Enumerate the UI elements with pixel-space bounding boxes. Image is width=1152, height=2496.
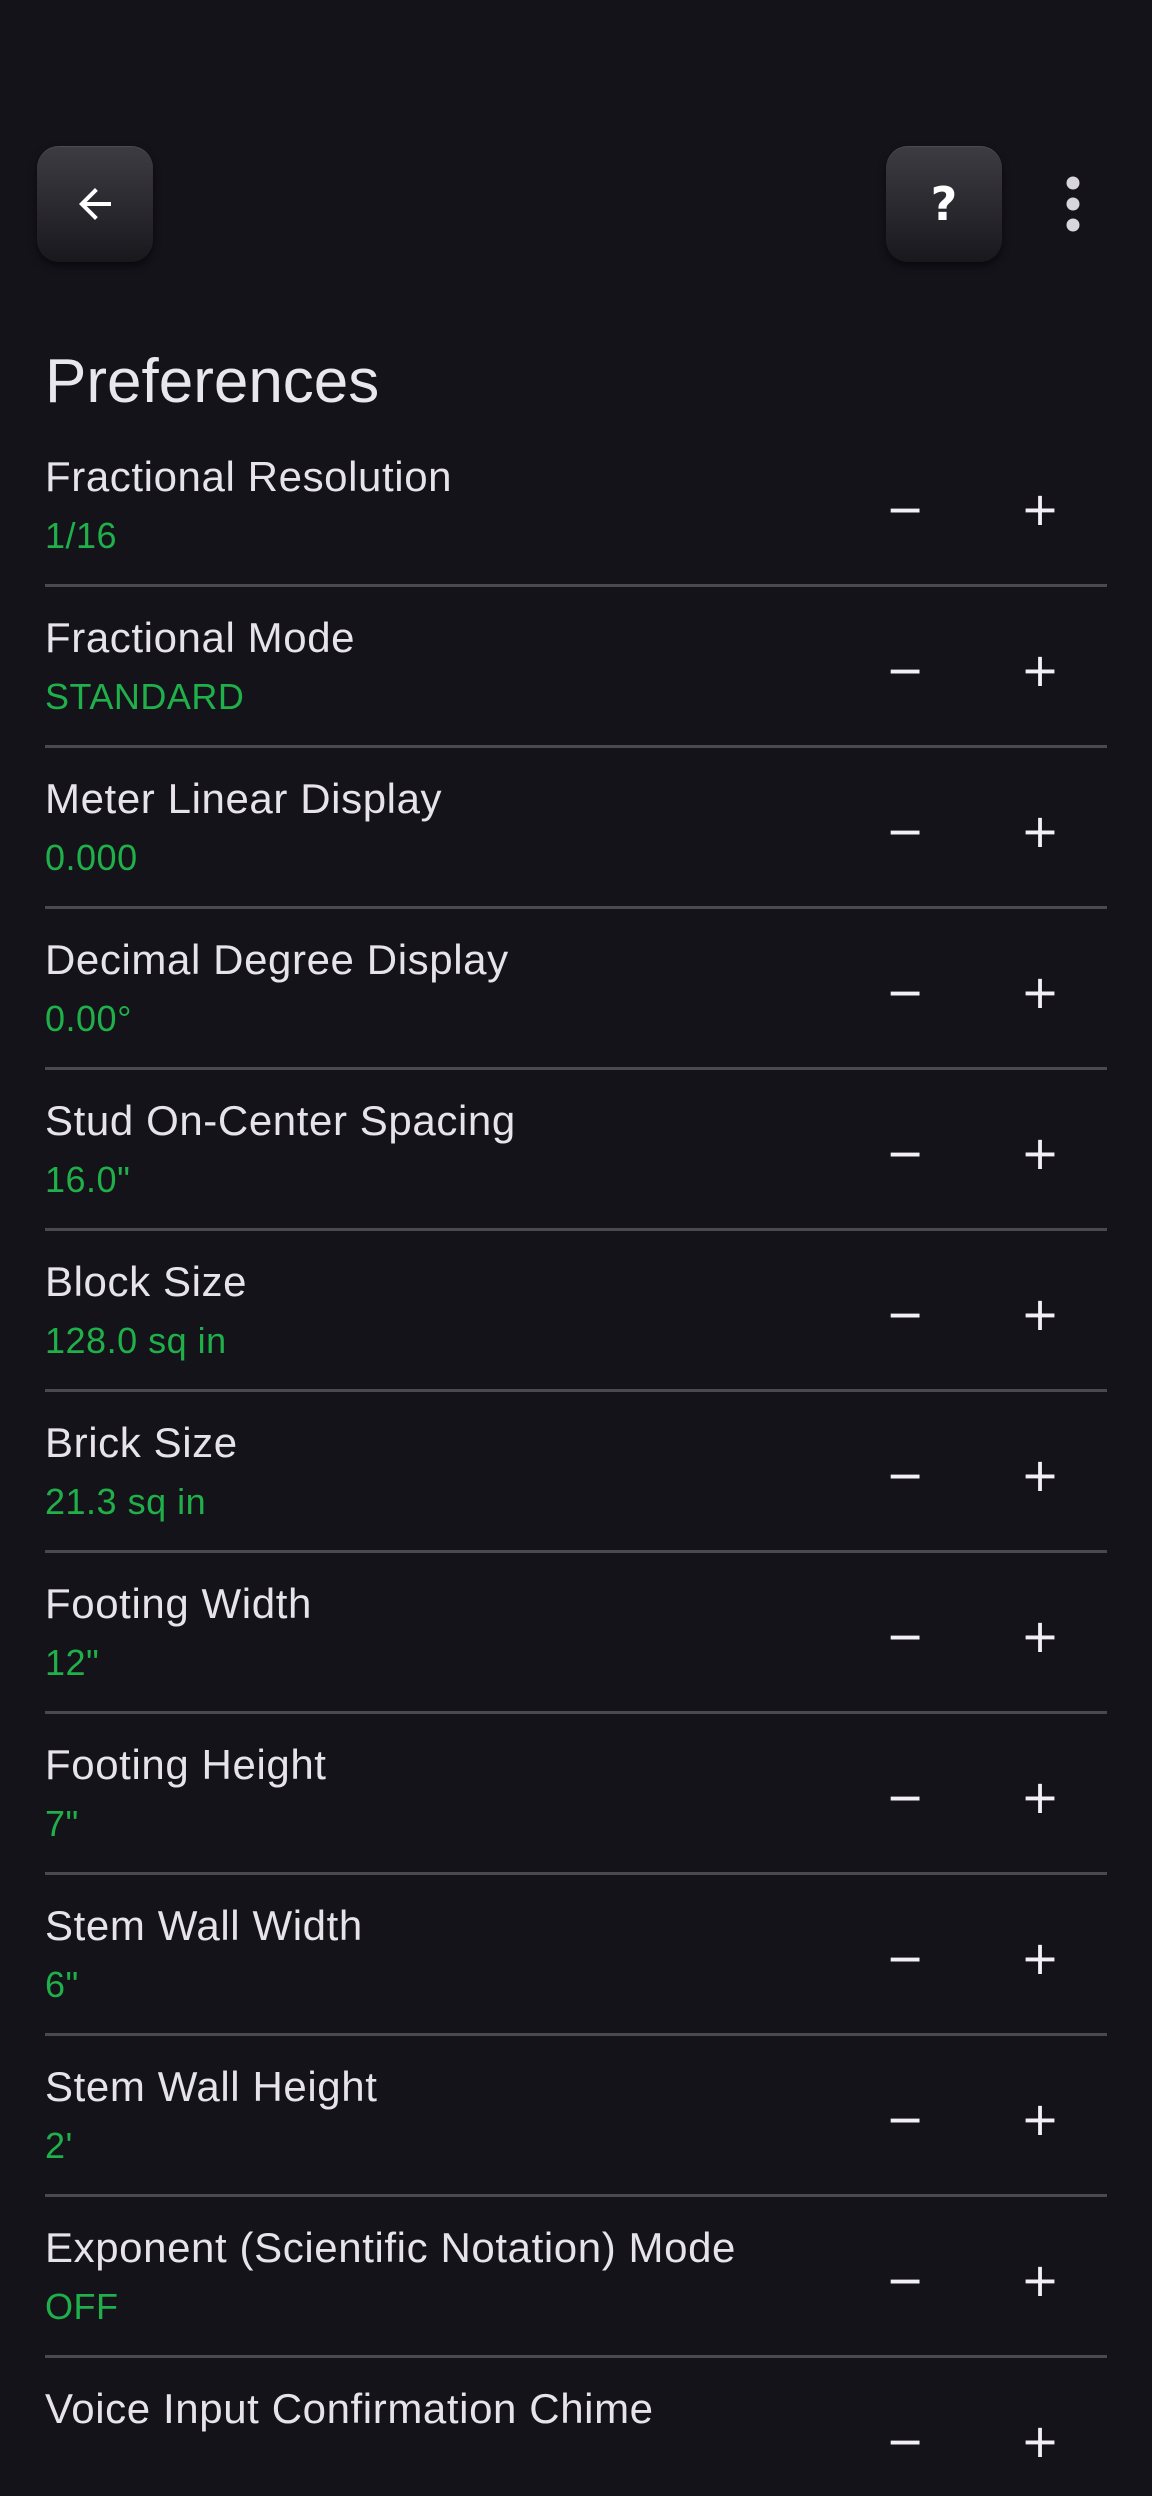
- decrement-button[interactable]: −: [860, 786, 950, 876]
- pref-label: Stem Wall Height: [45, 2063, 378, 2110]
- more-vert-icon: [1066, 176, 1080, 232]
- decrement-button[interactable]: −: [860, 1752, 950, 1842]
- pref-label: Exponent (Scientific Notation) Mode: [45, 2224, 737, 2271]
- pref-row-stem-wall-width: Stem Wall Width 6" − +: [45, 1875, 1107, 2036]
- pref-value: 0.000: [45, 837, 138, 878]
- pref-label: Stud On-Center Spacing: [45, 1097, 516, 1144]
- pref-label: Footing Height: [45, 1741, 327, 1788]
- pref-value: 0.00°: [45, 998, 132, 1039]
- pref-label: Decimal Degree Display: [45, 936, 509, 983]
- decrement-button[interactable]: −: [860, 1913, 950, 2003]
- increment-button[interactable]: +: [995, 1591, 1085, 1681]
- increment-button[interactable]: +: [995, 2396, 1085, 2486]
- pref-label: Brick Size: [45, 1419, 238, 1466]
- more-options-button[interactable]: [1046, 168, 1100, 240]
- increment-button[interactable]: +: [995, 2235, 1085, 2325]
- help-icon: ?: [930, 177, 958, 231]
- pref-label: Voice Input Confirmation Chime: [45, 2385, 654, 2432]
- increment-button[interactable]: +: [995, 1269, 1085, 1359]
- pref-label: Footing Width: [45, 1580, 312, 1627]
- pref-value: 16.0": [45, 1159, 131, 1200]
- pref-row-exponent-mode: Exponent (Scientific Notation) Mode OFF …: [45, 2197, 1107, 2358]
- status-bar: [0, 0, 1152, 130]
- pref-row-footing-width: Footing Width 12" − +: [45, 1553, 1107, 1714]
- decrement-button[interactable]: −: [860, 2074, 950, 2164]
- increment-button[interactable]: +: [995, 947, 1085, 1037]
- decrement-button[interactable]: −: [860, 464, 950, 554]
- top-app-bar: ?: [0, 146, 1152, 264]
- pref-value: 21.3 sq in: [45, 1481, 207, 1522]
- pref-value: 128.0 sq in: [45, 1320, 227, 1361]
- pref-value: 2': [45, 2125, 73, 2166]
- pref-row-block-size: Block Size 128.0 sq in − +: [45, 1231, 1107, 1392]
- pref-label: Block Size: [45, 1258, 248, 1305]
- pref-value: OFF: [45, 2286, 119, 2327]
- decrement-button[interactable]: −: [860, 947, 950, 1037]
- pref-row-fractional-resolution: Fractional Resolution 1/16 − +: [45, 426, 1107, 587]
- decrement-button[interactable]: −: [860, 1269, 950, 1359]
- pref-value: 7": [45, 1803, 79, 1844]
- pref-value: STANDARD: [45, 676, 245, 717]
- pref-row-fractional-mode: Fractional Mode STANDARD − +: [45, 587, 1107, 748]
- pref-row-stud-spacing: Stud On-Center Spacing 16.0" − +: [45, 1070, 1107, 1231]
- increment-button[interactable]: +: [995, 625, 1085, 715]
- page-title: Preferences: [45, 347, 380, 416]
- decrement-button[interactable]: −: [860, 1430, 950, 1520]
- decrement-button[interactable]: −: [860, 2235, 950, 2325]
- decrement-button[interactable]: −: [860, 625, 950, 715]
- decrement-button[interactable]: −: [860, 2396, 950, 2486]
- arrow-left-icon: [79, 188, 111, 220]
- increment-button[interactable]: +: [995, 2074, 1085, 2164]
- pref-label: Fractional Resolution: [45, 453, 453, 500]
- pref-value: 6": [45, 1964, 79, 2005]
- increment-button[interactable]: +: [995, 464, 1085, 554]
- pref-row-voice-input-chime: Voice Input Confirmation Chime − +: [45, 2358, 1107, 2496]
- pref-row-footing-height: Footing Height 7" − +: [45, 1714, 1107, 1875]
- increment-button[interactable]: +: [995, 786, 1085, 876]
- increment-button[interactable]: +: [995, 1108, 1085, 1198]
- pref-row-decimal-degree-display: Decimal Degree Display 0.00° − +: [45, 909, 1107, 1070]
- decrement-button[interactable]: −: [860, 1591, 950, 1681]
- pref-row-meter-linear-display: Meter Linear Display 0.000 − +: [45, 748, 1107, 909]
- increment-button[interactable]: +: [995, 1913, 1085, 2003]
- decrement-button[interactable]: −: [860, 1108, 950, 1198]
- pref-label: Meter Linear Display: [45, 775, 443, 822]
- back-button[interactable]: [37, 146, 153, 262]
- pref-label: Stem Wall Width: [45, 1902, 363, 1949]
- increment-button[interactable]: +: [995, 1752, 1085, 1842]
- pref-value: 1/16: [45, 515, 118, 556]
- increment-button[interactable]: +: [995, 1430, 1085, 1520]
- pref-row-stem-wall-height: Stem Wall Height 2' − +: [45, 2036, 1107, 2197]
- pref-value: 12": [45, 1642, 100, 1683]
- pref-row-brick-size: Brick Size 21.3 sq in − +: [45, 1392, 1107, 1553]
- pref-label: Fractional Mode: [45, 614, 356, 661]
- help-button[interactable]: ?: [886, 146, 1002, 262]
- preferences-list[interactable]: Fractional Resolution 1/16 − + Fractiona…: [0, 426, 1152, 2496]
